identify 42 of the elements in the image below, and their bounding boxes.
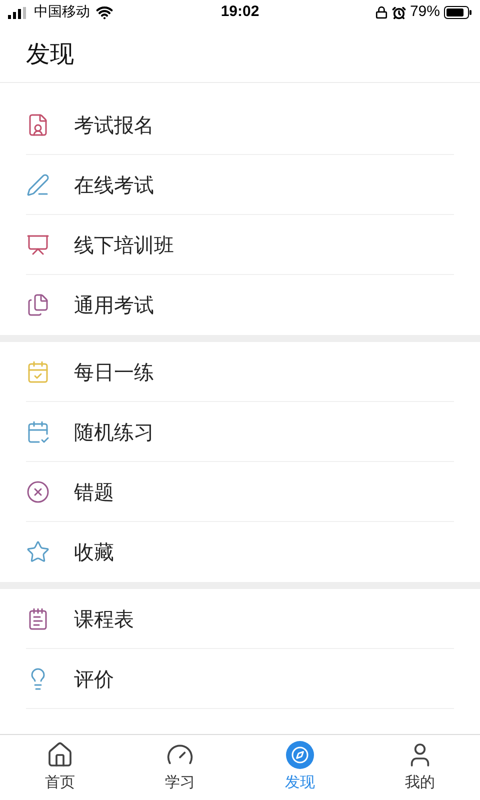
- menu-item-label: 评价: [74, 666, 114, 692]
- files-icon: [26, 293, 50, 317]
- menu-item-label: 收藏: [74, 539, 114, 566]
- circle-x-icon: [26, 480, 50, 504]
- menu-item[interactable]: 错题: [26, 462, 454, 522]
- menu-item[interactable]: 每日一练: [26, 342, 454, 402]
- alarm-icon: [392, 6, 406, 20]
- menu-item[interactable]: 课程表: [26, 589, 454, 649]
- wifi-icon: [96, 4, 113, 21]
- menu-item[interactable]: 线下培训班: [26, 215, 454, 275]
- page-title: 发现: [26, 38, 74, 70]
- menu-item[interactable]: 收藏: [26, 522, 454, 582]
- battery-percent: 79%: [410, 2, 440, 22]
- tab-item[interactable]: 学习: [120, 735, 240, 800]
- tab-item[interactable]: 首页: [0, 735, 120, 800]
- menu-item-label: 通用考试: [74, 292, 154, 319]
- carrier-name: 中国移动: [34, 3, 90, 22]
- menu-item[interactable]: 通用考试: [26, 275, 454, 335]
- compass-icon: [286, 741, 314, 770]
- menu-item-label: 随机练习: [74, 418, 154, 446]
- tab-item[interactable]: 我的: [360, 735, 480, 800]
- menu-item-label: 错题: [74, 478, 114, 506]
- home-icon: [46, 741, 74, 770]
- battery-icon: [444, 6, 472, 19]
- menu-item-label: 线下培训班: [74, 232, 174, 258]
- calendar-check-icon: [26, 420, 50, 444]
- menu-item-label: 课程表: [74, 606, 134, 632]
- menu-item[interactable]: 随机练习: [26, 402, 454, 462]
- menu-item-label: 在线考试: [74, 172, 154, 198]
- calendar-check-icon: [26, 360, 50, 384]
- menu-item[interactable]: 评价: [26, 649, 454, 709]
- menu-item-label: 每日一练: [74, 358, 154, 386]
- star-icon: [26, 540, 50, 564]
- presentation-icon: [26, 232, 50, 256]
- rotation-lock-icon: [374, 6, 388, 19]
- status-time: 19:02: [220, 2, 260, 22]
- pen-icon: [26, 172, 50, 196]
- menu-item[interactable]: 在线考试: [26, 155, 454, 215]
- tab-item[interactable]: 发现: [240, 735, 360, 800]
- menu-item-label: 考试报名: [74, 112, 154, 138]
- menu-item[interactable]: 考试报名: [26, 95, 454, 155]
- signal-icon: [8, 6, 28, 18]
